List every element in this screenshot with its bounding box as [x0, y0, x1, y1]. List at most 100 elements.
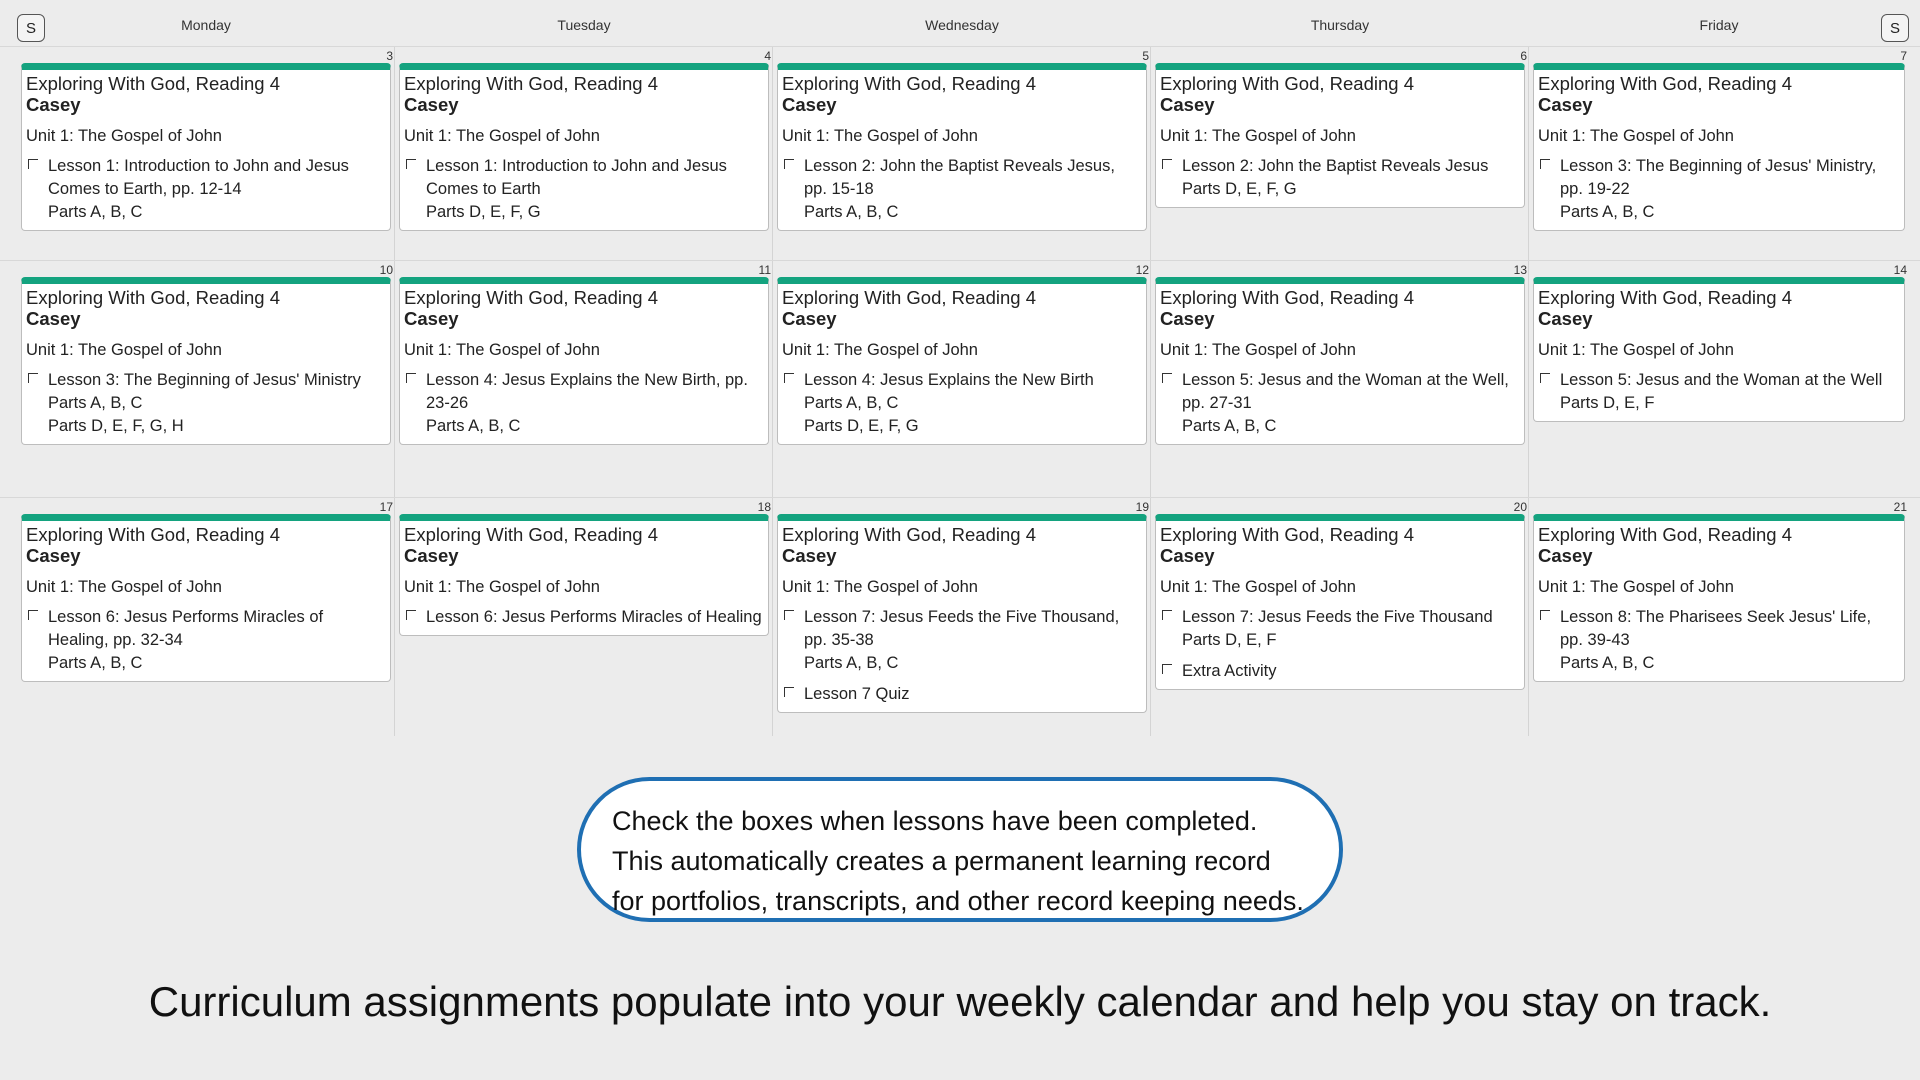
week-row: 10 Exploring With God, Reading 4 Casey Unit… — [0, 260, 1920, 498]
lesson-checkbox[interactable] — [406, 159, 416, 169]
day-cell: 18 Exploring With God, Reading 4 Casey Unit… — [395, 498, 773, 736]
lesson-parts: Parts A, B, C — [1182, 417, 1277, 435]
lesson-checkbox[interactable] — [28, 373, 38, 383]
lesson-text: Lesson 4: Jesus Explains the New Birth — [804, 371, 1094, 389]
lesson-parts: Parts A, B, C — [48, 203, 143, 221]
assignment-card[interactable]: Exploring With God, Reading 4 Casey Unit 1… — [399, 277, 769, 445]
day-cell: 13 Exploring With God, Reading 4 Casey Unit… — [1151, 261, 1529, 498]
course-title: Exploring With God, Reading 4 — [782, 73, 1036, 94]
date-number: 13 — [1513, 263, 1527, 277]
course-title: Exploring With God, Reading 4 — [1538, 73, 1792, 94]
unit-label: Unit 1: The Gospel of John — [1160, 341, 1356, 359]
tagline: Curriculum assignments populate into you… — [148, 978, 1772, 1025]
week-row: 3 Exploring With God, Reading 4 Casey Unit … — [0, 46, 1920, 261]
lesson-task: Lesson 7: Jesus Feeds the Five Thousand P… — [1156, 606, 1524, 652]
day-name-thursday: Thursday — [1310, 17, 1370, 33]
date-number: 12 — [1135, 263, 1149, 277]
lesson-task: Lesson 6: Jesus Performs Miracles of Hea… — [22, 606, 390, 675]
lesson-parts: Parts A, B, C — [804, 203, 899, 221]
lesson-checkbox[interactable] — [28, 159, 38, 169]
assignment-card[interactable]: Exploring With God, Reading 4 Casey Unit 1… — [1533, 63, 1905, 231]
assignment-card[interactable]: Exploring With God, Reading 4 Casey Unit 1… — [1155, 63, 1525, 208]
lesson-checkbox[interactable] — [1540, 610, 1550, 620]
lesson-checkbox[interactable] — [784, 687, 794, 697]
date-number: 3 — [386, 49, 393, 63]
course-title: Exploring With God, Reading 4 — [404, 524, 658, 545]
lesson-parts: Parts A, B, C — [1560, 203, 1655, 221]
assignment-card[interactable]: Exploring With God, Reading 4 Casey Unit 1… — [1155, 514, 1525, 690]
course-title: Exploring With God, Reading 4 — [1160, 287, 1414, 308]
student-name: Casey — [1538, 308, 1593, 329]
student-name: Casey — [782, 308, 837, 329]
date-number: 11 — [758, 263, 771, 277]
lesson-task: Lesson 4: Jesus Explains the New Birth Pa… — [778, 369, 1146, 438]
info-callout: Check the boxes when lessons have been c… — [577, 777, 1343, 922]
date-number: 4 — [764, 49, 771, 63]
lesson-parts: Parts D, E, F — [1560, 394, 1655, 412]
student-name: Casey — [404, 545, 459, 566]
lesson-checkbox[interactable] — [28, 610, 38, 620]
lesson-text: Lesson 6: Jesus Performs Miracles of Hea… — [426, 608, 762, 626]
lesson-parts: Parts A, B, C — [426, 417, 521, 435]
unit-label: Unit 1: The Gospel of John — [782, 578, 978, 596]
course-title: Exploring With God, Reading 4 — [26, 524, 280, 545]
student-name: Casey — [782, 94, 837, 115]
lesson-checkbox[interactable] — [1540, 373, 1550, 383]
lesson-parts: Parts D, E, F, G, H — [48, 417, 184, 435]
lesson-task: Lesson 5: Jesus and the Woman at the Wel… — [1534, 369, 1904, 415]
day-cell: 19 Exploring With God, Reading 4 Casey Unit… — [773, 498, 1151, 736]
lesson-task: Lesson 2: John the Baptist Reveals Jesus… — [1156, 155, 1524, 201]
day-name-wednesday: Wednesday — [925, 17, 999, 33]
unit-label: Unit 1: The Gospel of John — [1538, 578, 1734, 596]
date-number: 7 — [1900, 49, 1907, 63]
course-title: Exploring With God, Reading 4 — [26, 287, 280, 308]
next-week-button[interactable]: S — [1881, 14, 1909, 42]
lesson-text: Lesson 1: Introduction to John and Jesus… — [48, 157, 349, 198]
assignment-card[interactable]: Exploring With God, Reading 4 Casey Unit 1… — [399, 514, 769, 636]
assignment-card[interactable]: Exploring With God, Reading 4 Casey Unit 1… — [21, 63, 391, 231]
student-name: Casey — [26, 94, 81, 115]
lesson-task: Lesson 2: John the Baptist Reveals Jesus… — [778, 155, 1146, 224]
lesson-checkbox[interactable] — [784, 159, 794, 169]
assignment-card[interactable]: Exploring With God, Reading 4 Casey Unit 1… — [1533, 514, 1905, 682]
lesson-text: Lesson 7 Quiz — [804, 685, 910, 703]
day-cell: 17 Exploring With God, Reading 4 Casey Unit… — [17, 498, 395, 736]
lesson-parts: Parts D, E, F — [1182, 631, 1277, 649]
course-title: Exploring With God, Reading 4 — [1160, 73, 1414, 94]
assignment-card[interactable]: Exploring With God, Reading 4 Casey Unit 1… — [399, 63, 769, 231]
unit-label: Unit 1: The Gospel of John — [26, 578, 222, 596]
lesson-checkbox[interactable] — [1162, 664, 1172, 674]
assignment-card[interactable]: Exploring With God, Reading 4 Casey Unit 1… — [777, 63, 1147, 231]
calendar-header: S Monday Tuesday Wednesday Thursday Frid… — [0, 0, 1920, 46]
callout-line: Check the boxes when lessons have been c… — [612, 806, 1258, 836]
student-name: Casey — [26, 545, 81, 566]
calendar: S Monday Tuesday Wednesday Thursday Frid… — [0, 0, 1920, 736]
lesson-checkbox[interactable] — [1162, 159, 1172, 169]
lesson-checkbox[interactable] — [1540, 159, 1550, 169]
lesson-text: Lesson 3: The Beginning of Jesus' Minist… — [48, 371, 361, 389]
lesson-parts: Parts A, B, C — [48, 654, 143, 672]
lesson-text: Lesson 5: Jesus and the Woman at the Wel… — [1560, 371, 1883, 389]
lesson-parts: Parts A, B, C — [804, 654, 899, 672]
assignment-card[interactable]: Exploring With God, Reading 4 Casey Unit 1… — [777, 277, 1147, 445]
assignment-card[interactable]: Exploring With God, Reading 4 Casey Unit 1… — [1533, 277, 1905, 422]
unit-label: Unit 1: The Gospel of John — [782, 127, 978, 145]
lesson-checkbox[interactable] — [784, 373, 794, 383]
lesson-task: Lesson 3: The Beginning of Jesus' Minist… — [22, 369, 390, 438]
assignment-card[interactable]: Exploring With God, Reading 4 Casey Unit 1… — [777, 514, 1147, 713]
lesson-task: Lesson 7: Jesus Feeds the Five Thousand,… — [778, 606, 1146, 675]
lesson-checkbox[interactable] — [1162, 610, 1172, 620]
week-row: 17 Exploring With God, Reading 4 Casey Unit… — [0, 497, 1920, 736]
lesson-checkbox[interactable] — [1162, 373, 1172, 383]
lesson-checkbox[interactable] — [406, 373, 416, 383]
lesson-parts: Parts A, B, C — [1560, 654, 1655, 672]
lesson-checkbox[interactable] — [406, 610, 416, 620]
lesson-text: Lesson 6: Jesus Performs Miracles of Hea… — [48, 608, 324, 649]
lesson-task: Lesson 6: Jesus Performs Miracles of Hea… — [400, 606, 768, 629]
lesson-checkbox[interactable] — [784, 610, 794, 620]
day-cell: 20 Exploring With God, Reading 4 Casey Unit… — [1151, 498, 1529, 736]
assignment-card[interactable]: Exploring With God, Reading 4 Casey Unit 1… — [21, 514, 391, 682]
assignment-card[interactable]: Exploring With God, Reading 4 Casey Unit 1… — [21, 277, 391, 445]
student-name: Casey — [1538, 94, 1593, 115]
assignment-card[interactable]: Exploring With God, Reading 4 Casey Unit 1… — [1155, 277, 1525, 445]
